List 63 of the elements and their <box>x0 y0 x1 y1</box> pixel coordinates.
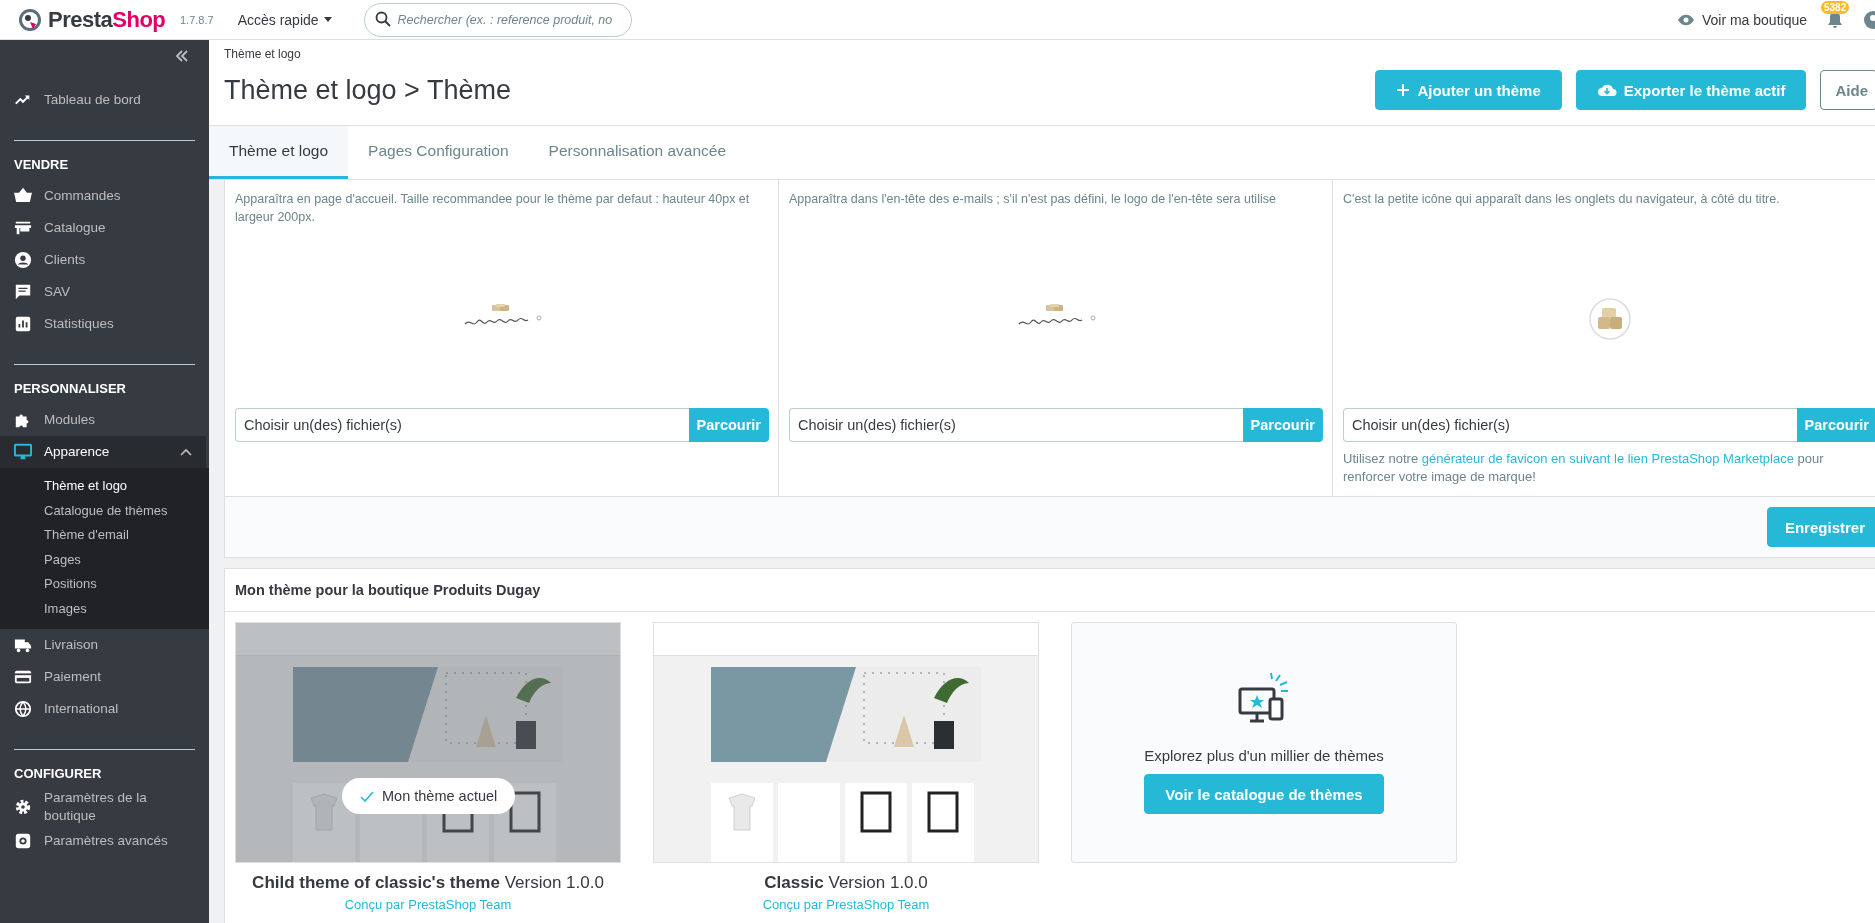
theme-name: Child theme of classic's theme Version 1.0.0 <box>252 873 604 893</box>
sidebar-item[interactable]: Paramètres de la boutique <box>0 789 206 825</box>
sidebar-item[interactable]: Statistiques <box>0 308 206 340</box>
breadcrumb: Thème et logo <box>224 47 302 61</box>
collapse-icon[interactable] <box>175 50 189 62</box>
file-input[interactable]: Choisir un(des) fichier(s) <box>1343 408 1797 442</box>
sidebar-item[interactable]: Livraison <box>0 629 206 661</box>
avatar-icon[interactable] <box>1863 9 1875 30</box>
sidebar-item[interactable]: Modules <box>0 404 206 436</box>
search-icon <box>374 10 391 27</box>
logo-text: PrestaShop <box>48 6 166 33</box>
sidebar-item[interactable]: Paramètres avancés <box>0 825 206 857</box>
chat-icon <box>14 283 32 301</box>
submenu-item[interactable]: Catalogue de thèmes <box>0 498 209 523</box>
sidebar-item[interactable]: International <box>0 693 206 725</box>
credit-card-icon <box>14 668 32 686</box>
file-input[interactable]: Choisir un(des) fichier(s) <box>235 408 689 442</box>
sidebar-item[interactable]: SAV <box>0 276 206 308</box>
cloud-download-icon <box>1596 83 1617 97</box>
version-text: 1.7.8.7 <box>180 13 214 26</box>
section-heading: PERSONNALISER <box>13 380 127 398</box>
notification-badge: 5382 <box>1821 0 1850 14</box>
sidebar-item[interactable]: Tableau de bord <box>0 84 206 116</box>
search-field[interactable]: Rechercher (ex. : reference produit, no <box>363 2 632 37</box>
bar-chart-icon <box>14 315 32 333</box>
view-shop-link[interactable]: Voir ma boutique <box>1676 11 1807 28</box>
quick-access-menu[interactable]: Accès rapide <box>229 11 340 28</box>
store-icon <box>14 219 32 237</box>
field-description: Apparaîtra dans l'en-tête des e-mails ; s'il n'est pas défini, le logo de l'en-tête sera utilise <box>789 191 1277 208</box>
logo-icon <box>18 7 42 32</box>
basket-icon <box>14 187 32 205</box>
page-title: Thème et logo > Thème <box>224 74 511 106</box>
favicon-hint: Utilisez notre générateur de favicon en suivant le lien PrestaShop Marketplace pour renforcer votre image de marque! <box>1343 450 1825 486</box>
submenu-item[interactable]: Images <box>0 596 209 621</box>
field-description: C'est la petite icône qui apparaît dans les onglets du navigateur, à côté du titre. <box>1343 191 1781 208</box>
tab[interactable]: Thème et logo <box>209 126 349 179</box>
plus-icon <box>1396 83 1411 97</box>
chevron-up-icon <box>180 448 192 456</box>
check-icon <box>360 790 374 802</box>
eye-icon <box>1676 13 1695 26</box>
caret-icon <box>323 17 332 22</box>
submenu-item[interactable]: Positions <box>0 572 209 597</box>
submenu-item[interactable]: Pages <box>0 547 209 572</box>
submenu-item[interactable]: Thème et logo <box>0 474 209 499</box>
help-button[interactable]: Aide <box>1820 70 1875 110</box>
submenu-item[interactable]: Thème d'email <box>0 523 209 548</box>
sidebar-item[interactable]: Catalogue <box>0 212 206 244</box>
monitor-icon <box>14 443 32 461</box>
sidebar-item[interactable]: Clients <box>0 244 206 276</box>
settings-icon <box>14 798 32 816</box>
theme-name: Classic Version 1.0.0 <box>764 873 928 893</box>
user-icon <box>14 251 32 269</box>
sidebar-item[interactable]: Paiement <box>0 661 206 693</box>
file-input[interactable]: Choisir un(des) fichier(s) <box>789 408 1243 442</box>
sidebar-item[interactable]: Commandes <box>0 180 206 212</box>
section-heading: CONFIGURER <box>13 765 103 783</box>
section-heading: VENDRE <box>13 156 70 174</box>
section-title: Mon thème pour la boutique Produits Dugay <box>225 569 1875 612</box>
field-description: Apparaîtra en page d'accueil. Taille recommandee pour le thème par defaut : hauteur 40px et largeur 200px. <box>235 191 751 226</box>
current-theme-badge: Mon thème actuel <box>342 778 516 814</box>
sidebar-item[interactable]: Apparence <box>0 436 206 468</box>
explore-text: Explorez plus d'un millier de thèmes <box>1144 747 1384 764</box>
globe-icon <box>14 700 32 718</box>
